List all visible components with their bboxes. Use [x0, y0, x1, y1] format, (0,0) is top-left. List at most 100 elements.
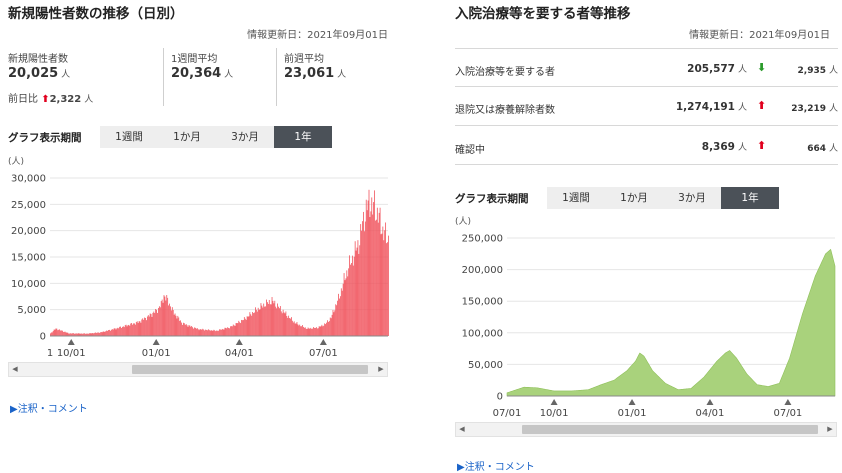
bar	[300, 326, 302, 336]
bar	[321, 324, 323, 336]
y-tick-label: 10,000	[11, 279, 46, 290]
x-tick-label: 1	[47, 348, 53, 359]
bar	[366, 210, 368, 336]
bar	[97, 332, 98, 336]
tab-3-months[interactable]: 3か月	[663, 187, 721, 209]
bar	[278, 306, 279, 336]
bar	[195, 328, 197, 336]
tab-1-week[interactable]: 1週間	[100, 126, 158, 148]
tab-1-year[interactable]: 1年	[721, 187, 779, 209]
bar	[125, 324, 127, 336]
x-tick-label: 04/01	[225, 348, 254, 359]
bar	[232, 324, 234, 336]
bar	[267, 302, 268, 336]
bar	[385, 222, 387, 336]
tab-1-week[interactable]: 1週間	[547, 187, 605, 209]
bar	[276, 308, 278, 336]
y-tick-label: 250,000	[462, 234, 503, 245]
bar	[136, 321, 138, 336]
scroll-left-icon[interactable]: ◀	[9, 363, 21, 376]
notes-link[interactable]: ▶注釈・コメント	[10, 400, 88, 415]
stat-divider	[163, 48, 164, 106]
bar	[167, 297, 169, 336]
table-divider	[455, 125, 838, 126]
bar	[117, 327, 119, 336]
bar	[192, 327, 194, 336]
bar	[53, 329, 55, 336]
bar	[52, 331, 54, 336]
scroll-thumb[interactable]	[132, 365, 368, 374]
bar	[213, 329, 215, 336]
stat-label-new-cases: 新規陽性者数	[8, 54, 68, 65]
updated-date: 情報更新日：2021年09月01日	[247, 30, 388, 41]
bar	[307, 327, 309, 336]
new-cases-chart: (人) 0 5,000 10,000 15,000 20,000 25,000 30,000 1…	[8, 156, 389, 359]
notes-link[interactable]: ▶注釈・コメント	[457, 458, 535, 473]
bar	[230, 326, 231, 336]
bar	[148, 316, 150, 336]
bar	[129, 325, 131, 336]
up-arrow-icon: ⬆	[41, 94, 50, 105]
scroll-right-icon[interactable]: ▶	[375, 363, 387, 376]
bar	[105, 331, 107, 336]
period-label: グラフ表示期間	[455, 193, 529, 205]
y-tick-label: 200,000	[462, 265, 503, 276]
bar	[377, 222, 379, 336]
scroll-thumb[interactable]	[522, 425, 818, 434]
bar	[350, 264, 351, 336]
bar	[380, 234, 382, 336]
bar	[188, 325, 190, 336]
bar	[197, 329, 199, 336]
bar	[388, 235, 389, 336]
bar	[311, 328, 313, 336]
bar	[314, 327, 315, 336]
bar	[260, 303, 262, 336]
bar	[170, 310, 172, 336]
bar	[219, 329, 221, 336]
bar	[367, 200, 369, 336]
bar	[108, 330, 109, 336]
bar	[378, 212, 380, 336]
up-arrow-icon: ⬆	[757, 99, 767, 112]
bar	[383, 240, 385, 336]
bar	[233, 325, 235, 336]
scroll-right-icon[interactable]: ▶	[824, 423, 836, 436]
bar	[231, 326, 232, 336]
bar	[374, 190, 375, 336]
bar	[172, 310, 174, 336]
bar	[244, 318, 246, 336]
bar	[320, 326, 322, 336]
right-chart-scrollbar[interactable]: ◀ ▶	[455, 422, 837, 437]
bar	[291, 320, 293, 336]
y-tick-label: 50,000	[468, 360, 503, 371]
bar	[103, 331, 105, 336]
bar	[277, 303, 278, 336]
bar	[206, 329, 207, 336]
left-chart-scrollbar[interactable]: ◀ ▶	[8, 362, 388, 377]
bar	[146, 320, 147, 336]
stat-label-prev-week-avg: 前週平均	[284, 54, 324, 65]
tab-3-months[interactable]: 3か月	[216, 126, 274, 148]
bar	[342, 283, 344, 336]
bar	[163, 295, 165, 336]
bar	[252, 312, 254, 336]
bar	[154, 313, 156, 336]
bar	[354, 241, 356, 336]
bar	[262, 307, 264, 336]
bar	[212, 330, 214, 336]
bar	[291, 317, 292, 336]
stat-value-new-cases: 20,025 人	[8, 66, 71, 81]
bar	[330, 318, 332, 336]
area-series	[506, 248, 836, 397]
bar	[102, 331, 104, 336]
bar	[332, 309, 334, 336]
bar	[182, 322, 184, 336]
x-tick-marker-icon	[550, 399, 558, 405]
bar	[242, 320, 243, 336]
tab-1-month[interactable]: 1か月	[158, 126, 216, 148]
scroll-left-icon[interactable]: ◀	[456, 423, 468, 436]
tab-1-year[interactable]: 1年	[274, 126, 332, 148]
y-unit-label: (人)	[455, 216, 471, 227]
tab-1-month[interactable]: 1か月	[605, 187, 663, 209]
bar	[353, 256, 355, 336]
